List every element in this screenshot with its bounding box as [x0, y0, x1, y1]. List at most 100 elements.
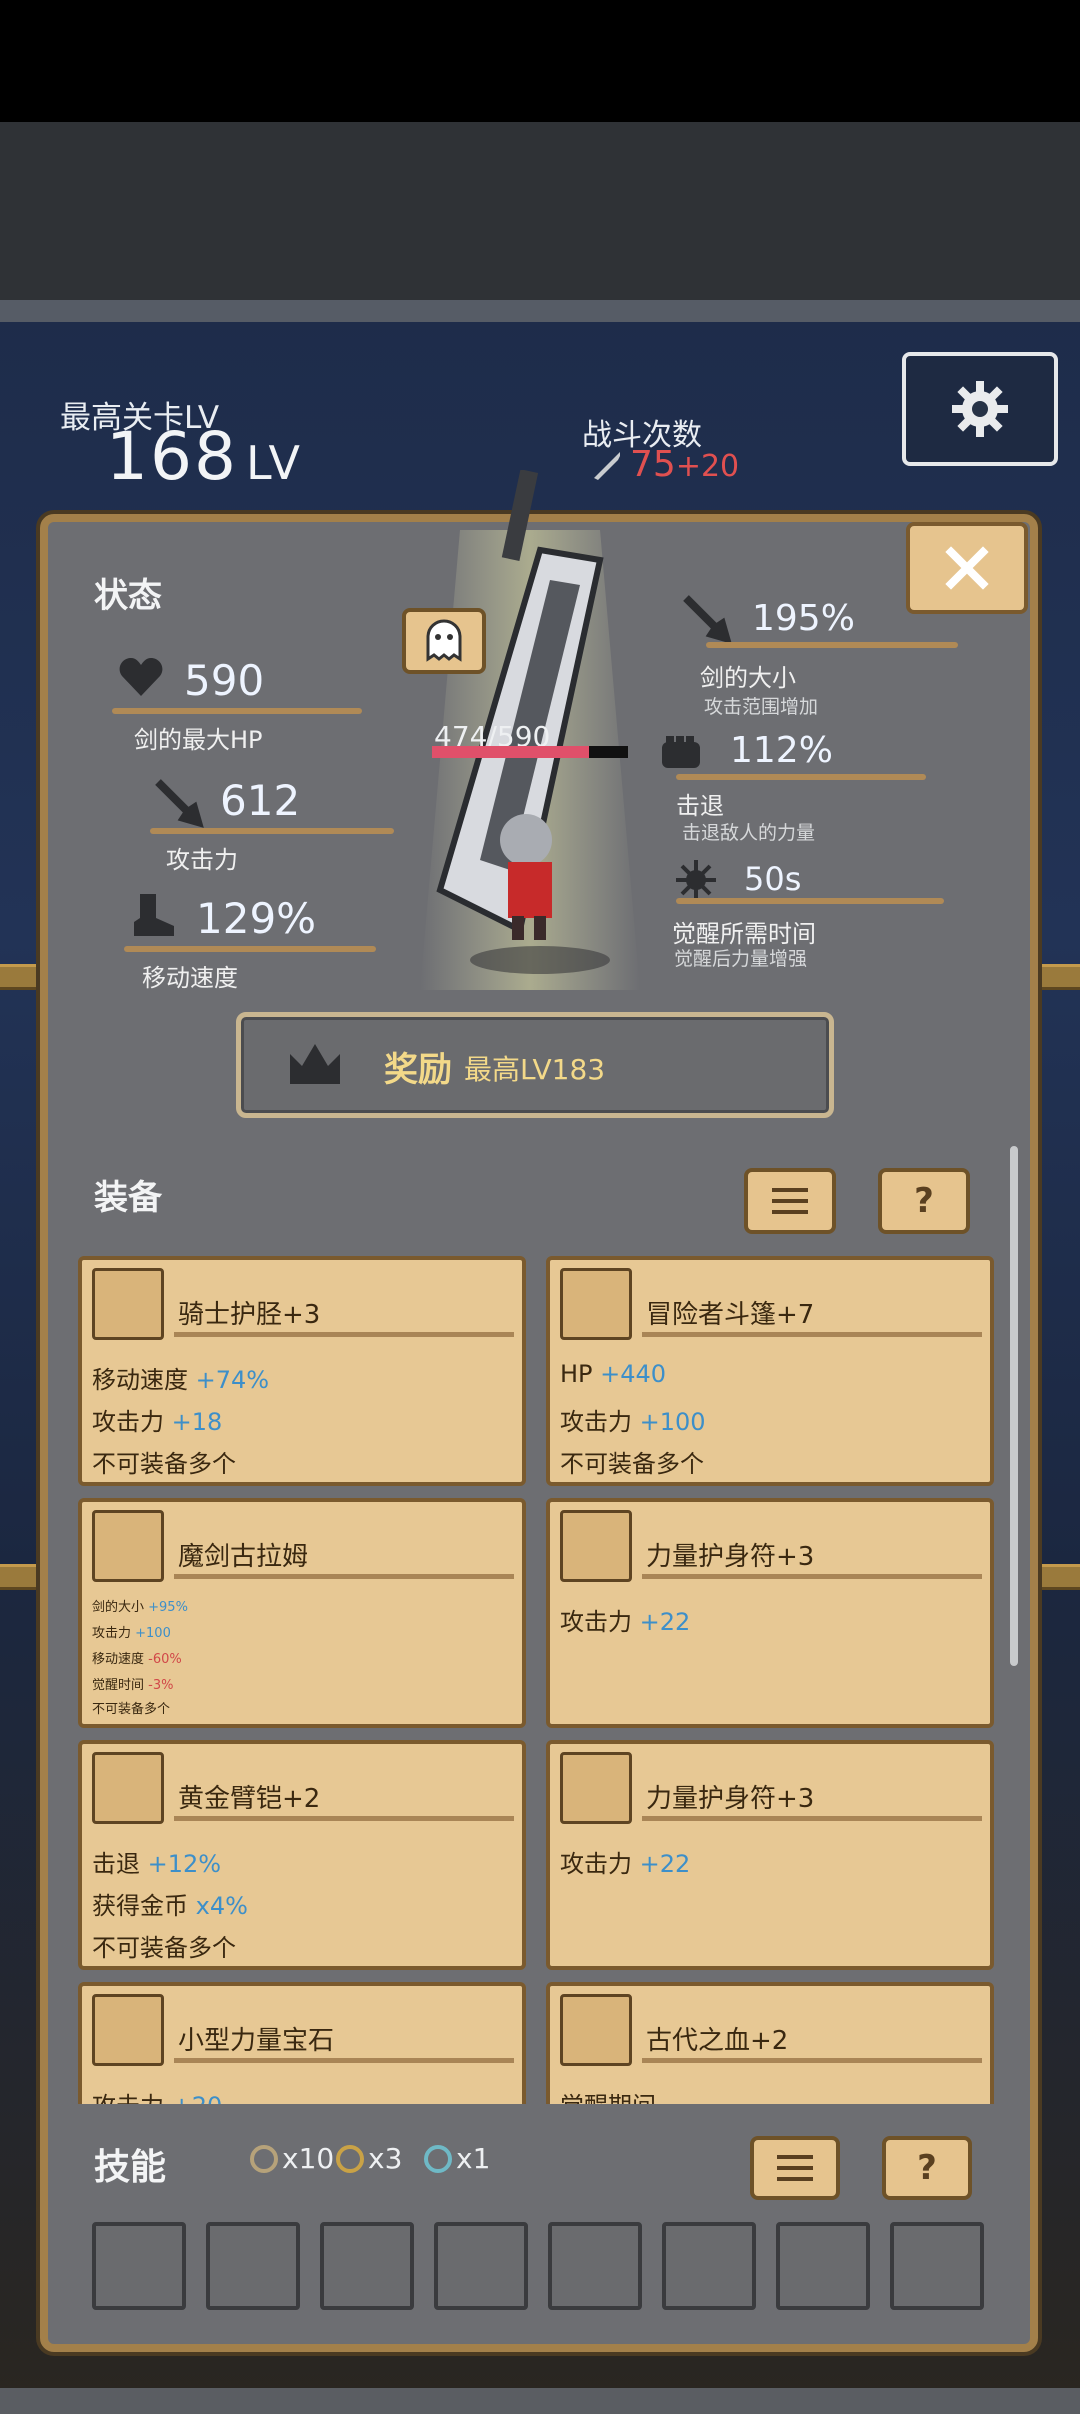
knock-underline [676, 774, 926, 780]
stat-key: 击退 [92, 1850, 148, 1878]
equipment-card[interactable]: 力量护身符+3 攻击力 +22 [546, 1740, 994, 1970]
awaken-spark-icon [676, 860, 716, 900]
battles-bonus: +20 [675, 449, 740, 484]
equipment-stat: 攻击力 +100 [92, 1622, 171, 1641]
bg-stripe [0, 300, 1080, 322]
equipment-card[interactable]: 魔剑古拉姆 剑的大小 +95% 攻击力 +100 移动速度 -60% 觉醒时间 … [78, 1498, 526, 1728]
character-button[interactable] [402, 608, 486, 674]
equipment-stat: 不可装备多个 [560, 1444, 704, 1479]
hp-value: 590 [184, 656, 265, 705]
fist-icon [662, 736, 700, 768]
equipment-card[interactable]: 古代之血+2 觉醒期间 [546, 1982, 994, 2104]
stat-val: +22 [639, 1608, 691, 1636]
stat-val: +20 [172, 2092, 223, 2104]
equipment-stat: 攻击力 +18 [92, 1402, 222, 1437]
close-button[interactable] [906, 522, 1028, 614]
skills-title: 技能 [94, 2147, 167, 2188]
equipment-title: 装备 [94, 1178, 162, 1218]
top-gray-bar [0, 122, 1080, 300]
stat-key: 攻击力 [560, 1608, 640, 1636]
equipment-stat: 觉醒时间 -3% [92, 1674, 173, 1693]
equipment-underline [174, 1816, 514, 1821]
skills-menu-button[interactable] [750, 2136, 840, 2200]
stat-key: 攻击力 [560, 1408, 640, 1436]
stat-val: +74% [195, 1366, 270, 1394]
speed-label: 移动速度 [142, 964, 238, 992]
equipment-underline [642, 2058, 982, 2063]
equipment-help-button[interactable]: ? [878, 1168, 970, 1234]
equipment-stat: 攻击力 +20 [92, 2086, 222, 2104]
stat-key: 攻击力 [92, 1408, 172, 1436]
equipment-card[interactable]: 冒险者斗篷+7 HP +440 攻击力 +100 不可装备多个 [546, 1256, 994, 1486]
equipment-stat: 移动速度 -60% [92, 1648, 182, 1667]
cloak-icon [560, 1268, 632, 1340]
gem-icon [92, 1994, 164, 2066]
currency-3: x1 [424, 2142, 490, 2175]
stat-val: +12% [147, 1850, 222, 1878]
equipment-stat: HP +440 [560, 1360, 666, 1388]
greave-icon [92, 1268, 164, 1340]
sword-hp-fill [432, 746, 589, 758]
equipment-underline [642, 1574, 982, 1579]
equipment-name: 魔剑古拉姆 [178, 1542, 309, 1572]
speed-underline [124, 946, 376, 952]
knock-sub: 击退敌人的力量 [682, 822, 816, 844]
size-label: 剑的大小 [700, 664, 796, 692]
size-value: 195% [752, 598, 855, 639]
equipment-name: 小型力量宝石 [178, 2026, 335, 2056]
coin-icon [250, 2144, 278, 2173]
equipment-stat: 击退 +12% [92, 1844, 221, 1879]
equipment-name: 冒险者斗篷+7 [646, 1300, 815, 1330]
equipment-scrollbar[interactable] [1010, 1146, 1018, 1666]
stat-val: +100 [135, 1626, 171, 1641]
atk-label: 攻击力 [166, 846, 238, 874]
equipment-name: 古代之血+2 [646, 2026, 789, 2056]
skill-slot[interactable] [662, 2222, 756, 2310]
awaken-sub: 觉醒后力量增强 [674, 948, 808, 970]
size-sub: 攻击范围增加 [704, 696, 819, 718]
heart-icon [119, 658, 163, 696]
amulet-icon [560, 1510, 632, 1582]
equipment-stat: 不可装备多个 [92, 1444, 236, 1479]
skill-slot[interactable] [776, 2222, 870, 2310]
equipment-card[interactable]: 骑士护胫+3 移动速度 +74% 攻击力 +18 不可装备多个 [78, 1256, 526, 1486]
skill-slot[interactable] [320, 2222, 414, 2310]
equipment-stat: 剑的大小 +95% [92, 1596, 188, 1615]
skill-slot[interactable] [92, 2222, 186, 2310]
skill-slot[interactable] [890, 2222, 984, 2310]
stat-key: 不可装备多个 [92, 1934, 236, 1962]
best-stage-unit: LV [245, 436, 303, 490]
currency-1-count: x10 [282, 2142, 335, 2175]
amulet-icon [560, 1752, 632, 1824]
knock-value: 112% [730, 730, 833, 771]
best-stage-number: 168 [106, 418, 238, 495]
equipment-card[interactable]: 小型力量宝石 攻击力 +20 [78, 1982, 526, 2104]
stat-key: 攻击力 [560, 1850, 640, 1878]
equipment-stat: 不可装备多个 [92, 1698, 170, 1717]
equipment-stat: 获得金币 x4% [92, 1886, 248, 1921]
stat-key: 觉醒期间 [560, 2092, 656, 2104]
awaken-underline [676, 898, 944, 904]
sword-attack-icon [155, 779, 204, 828]
equipment-name: 力量护身符+3 [646, 1784, 815, 1814]
stat-val: +22 [639, 1850, 691, 1878]
skills-help-button[interactable]: ? [882, 2136, 972, 2200]
stat-val: +95% [148, 1600, 188, 1615]
equipment-card[interactable]: 力量护身符+3 攻击力 +22 [546, 1498, 994, 1728]
sword-size-icon [683, 595, 732, 644]
settings-button[interactable] [902, 352, 1058, 466]
awaken-value: 50s [744, 860, 802, 898]
equipment-list: 骑士护胫+3 移动速度 +74% 攻击力 +18 不可装备多个 冒险者斗篷+7 … [78, 1256, 1000, 2104]
currency-2: x3 [336, 2142, 402, 2175]
stat-val: -3% [148, 1678, 174, 1693]
skill-slot[interactable] [206, 2222, 300, 2310]
equipment-name: 骑士护胫+3 [178, 1300, 321, 1330]
stat-key: HP [560, 1360, 601, 1388]
skill-slot[interactable] [548, 2222, 642, 2310]
stat-key: 觉醒时间 [92, 1678, 149, 1693]
equipment-card[interactable]: 黄金臂铠+2 击退 +12% 获得金币 x4% 不可装备多个 [78, 1740, 526, 1970]
equipment-menu-button[interactable] [744, 1168, 836, 1234]
equipment-underline [174, 1332, 514, 1337]
skill-slot[interactable] [434, 2222, 528, 2310]
teal-coin-icon [424, 2144, 452, 2173]
